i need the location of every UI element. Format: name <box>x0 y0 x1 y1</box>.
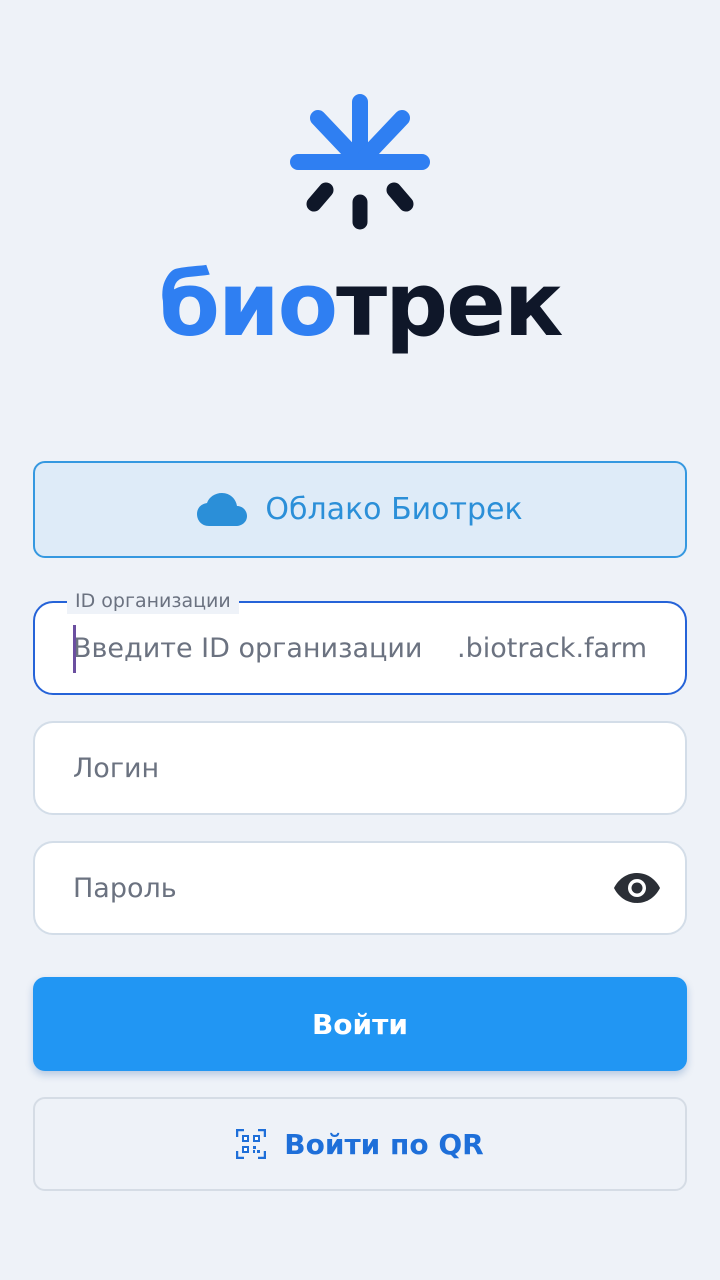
password-input[interactable] <box>35 843 613 933</box>
biotrek-logo-icon <box>290 94 430 230</box>
wordmark-part-dark: трек <box>336 253 563 356</box>
org-id-input[interactable] <box>35 603 457 693</box>
login-submit-button[interactable]: Войти <box>33 977 687 1071</box>
text-cursor <box>73 625 76 673</box>
org-id-domain-suffix: .biotrack.farm <box>456 632 647 664</box>
wordmark-part-blue: био <box>158 253 339 356</box>
login-field[interactable] <box>33 721 687 815</box>
cloud-icon <box>197 492 248 526</box>
login-screen: биотрек Облако Биотрек ID организации .b… <box>0 0 720 1280</box>
org-id-legend: ID организации <box>67 588 239 614</box>
qr-code-icon <box>236 1129 267 1159</box>
org-id-field[interactable]: ID организации .biotrack.farm <box>33 588 687 695</box>
login-input[interactable] <box>35 723 685 813</box>
qr-login-button[interactable]: Войти по QR <box>33 1097 687 1191</box>
cloud-button-label: Облако Биотрек <box>265 492 523 527</box>
brand-wordmark: био трек <box>0 250 720 360</box>
qr-login-label: Войти по QR <box>284 1127 484 1161</box>
show-password-toggle[interactable] <box>613 864 661 912</box>
eye-icon <box>614 873 660 903</box>
cloud-biotrek-button[interactable]: Облако Биотрек <box>33 461 687 558</box>
login-submit-label: Войти <box>311 1007 409 1041</box>
password-field[interactable] <box>33 841 687 935</box>
